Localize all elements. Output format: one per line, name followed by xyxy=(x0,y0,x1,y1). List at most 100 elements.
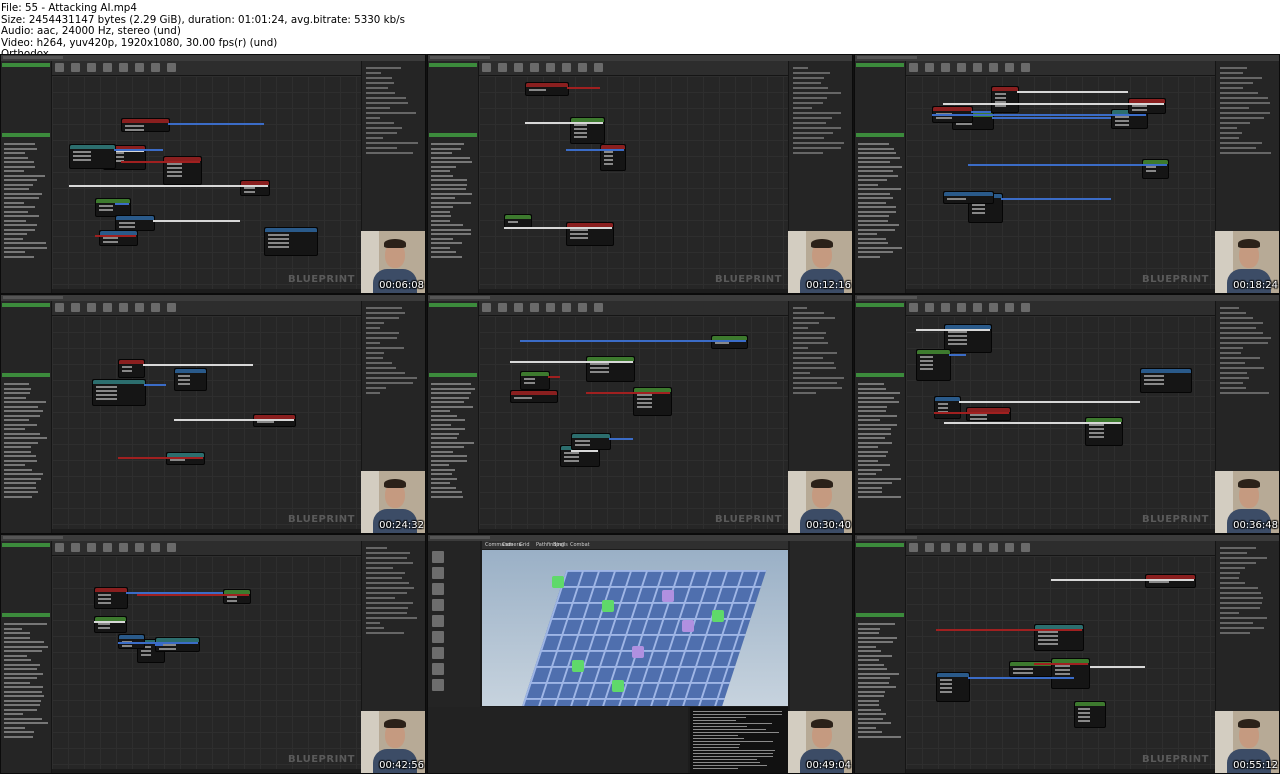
blueprint-node[interactable] xyxy=(69,143,116,169)
add-new-button[interactable] xyxy=(856,303,904,307)
placeable-actor-icon[interactable] xyxy=(432,567,444,579)
list-item[interactable] xyxy=(4,432,41,435)
node-pin[interactable] xyxy=(636,393,652,396)
node-pin[interactable] xyxy=(1146,170,1157,173)
event-graph-canvas[interactable] xyxy=(52,316,361,529)
list-item[interactable] xyxy=(431,201,471,204)
find-icon[interactable] xyxy=(957,303,966,312)
node-pin[interactable] xyxy=(636,397,652,400)
list-item[interactable] xyxy=(431,251,457,253)
blueprint-node[interactable] xyxy=(520,371,550,390)
list-item[interactable] xyxy=(431,428,466,430)
list-item[interactable] xyxy=(431,446,465,448)
node-pin[interactable] xyxy=(1089,428,1104,431)
blueprint-node[interactable] xyxy=(240,179,271,197)
compile-icon[interactable] xyxy=(909,63,918,72)
list-item[interactable] xyxy=(858,170,893,172)
list-item[interactable] xyxy=(431,183,468,186)
debug-icon[interactable] xyxy=(167,63,176,72)
list-item[interactable] xyxy=(858,165,902,168)
list-item[interactable] xyxy=(431,246,451,249)
node-pin[interactable] xyxy=(939,686,953,689)
list-item[interactable] xyxy=(4,446,31,448)
list-item[interactable] xyxy=(4,722,48,724)
node-pin[interactable] xyxy=(268,242,289,245)
node-pin[interactable] xyxy=(636,401,652,404)
level-viewport[interactable] xyxy=(482,550,788,706)
list-item[interactable] xyxy=(4,224,37,226)
node-pin[interactable] xyxy=(1115,119,1129,122)
node-pin[interactable] xyxy=(1054,669,1070,672)
blueprint-node[interactable] xyxy=(966,406,1011,422)
node-pin[interactable] xyxy=(177,379,191,382)
list-item[interactable] xyxy=(858,735,901,738)
list-item[interactable] xyxy=(431,396,469,399)
list-item[interactable] xyxy=(858,446,879,448)
list-item[interactable] xyxy=(4,228,35,231)
video-thumbnail[interactable]: BLUEPRINT 00:18:24 xyxy=(854,54,1280,294)
video-thumbnail[interactable]: BLUEPRINT 00:42:56 xyxy=(0,534,426,774)
list-item[interactable] xyxy=(431,215,452,217)
blueprint-node[interactable] xyxy=(173,368,208,391)
list-item[interactable] xyxy=(431,414,458,417)
node-pin[interactable] xyxy=(574,123,588,126)
list-item[interactable] xyxy=(4,165,36,168)
node-pin[interactable] xyxy=(97,627,111,630)
settings-icon[interactable] xyxy=(546,63,555,72)
node-pin[interactable] xyxy=(97,602,111,605)
list-item[interactable] xyxy=(4,459,37,462)
list-item[interactable] xyxy=(858,179,888,181)
list-item[interactable] xyxy=(858,623,896,625)
node-pin[interactable] xyxy=(1078,716,1091,719)
find-icon[interactable] xyxy=(103,543,112,552)
list-item[interactable] xyxy=(858,731,882,733)
list-item[interactable] xyxy=(858,668,888,670)
list-item[interactable] xyxy=(858,726,877,729)
list-item[interactable] xyxy=(858,237,886,240)
list-item[interactable] xyxy=(4,147,37,150)
list-item[interactable] xyxy=(4,468,33,471)
list-item[interactable] xyxy=(858,174,898,177)
node-pin[interactable] xyxy=(1012,671,1033,674)
play-icon[interactable] xyxy=(151,543,160,552)
node-pin[interactable] xyxy=(1089,424,1104,427)
list-item[interactable] xyxy=(4,695,44,697)
node-pin[interactable] xyxy=(268,246,289,249)
blueprint-node[interactable] xyxy=(1128,97,1167,115)
list-item[interactable] xyxy=(431,459,468,462)
play-icon[interactable] xyxy=(1005,63,1014,72)
node-pin[interactable] xyxy=(1054,665,1070,668)
node-pin[interactable] xyxy=(125,124,144,127)
list-item[interactable] xyxy=(858,156,900,159)
play-icon[interactable] xyxy=(151,303,160,312)
settings-icon[interactable] xyxy=(119,303,128,312)
node-pin[interactable] xyxy=(1132,104,1147,107)
placeable-actor-icon[interactable] xyxy=(432,679,444,691)
node-pin[interactable] xyxy=(73,158,92,161)
list-item[interactable] xyxy=(858,242,889,244)
list-item[interactable] xyxy=(4,450,31,453)
add-new-button[interactable] xyxy=(429,303,477,307)
placeable-actor-icon[interactable] xyxy=(432,551,444,563)
list-item[interactable] xyxy=(858,414,897,417)
list-item[interactable] xyxy=(4,627,23,630)
list-item[interactable] xyxy=(858,713,887,715)
play-icon[interactable] xyxy=(578,303,587,312)
list-item[interactable] xyxy=(858,636,898,639)
browse-icon[interactable] xyxy=(87,63,96,72)
defaults-icon[interactable] xyxy=(989,63,998,72)
node-pin[interactable] xyxy=(948,338,967,341)
list-item[interactable] xyxy=(4,219,27,222)
list-item[interactable] xyxy=(431,464,450,466)
list-item[interactable] xyxy=(4,486,36,489)
list-item[interactable] xyxy=(4,650,42,652)
defaults-icon[interactable] xyxy=(135,543,144,552)
node-pin[interactable] xyxy=(226,595,238,598)
event-graph-canvas[interactable] xyxy=(479,316,788,529)
node-pin[interactable] xyxy=(938,407,949,410)
debug-icon[interactable] xyxy=(1021,63,1030,72)
list-item[interactable] xyxy=(431,450,453,453)
list-item[interactable] xyxy=(4,663,41,666)
list-item[interactable] xyxy=(858,428,891,430)
list-item[interactable] xyxy=(4,242,47,244)
